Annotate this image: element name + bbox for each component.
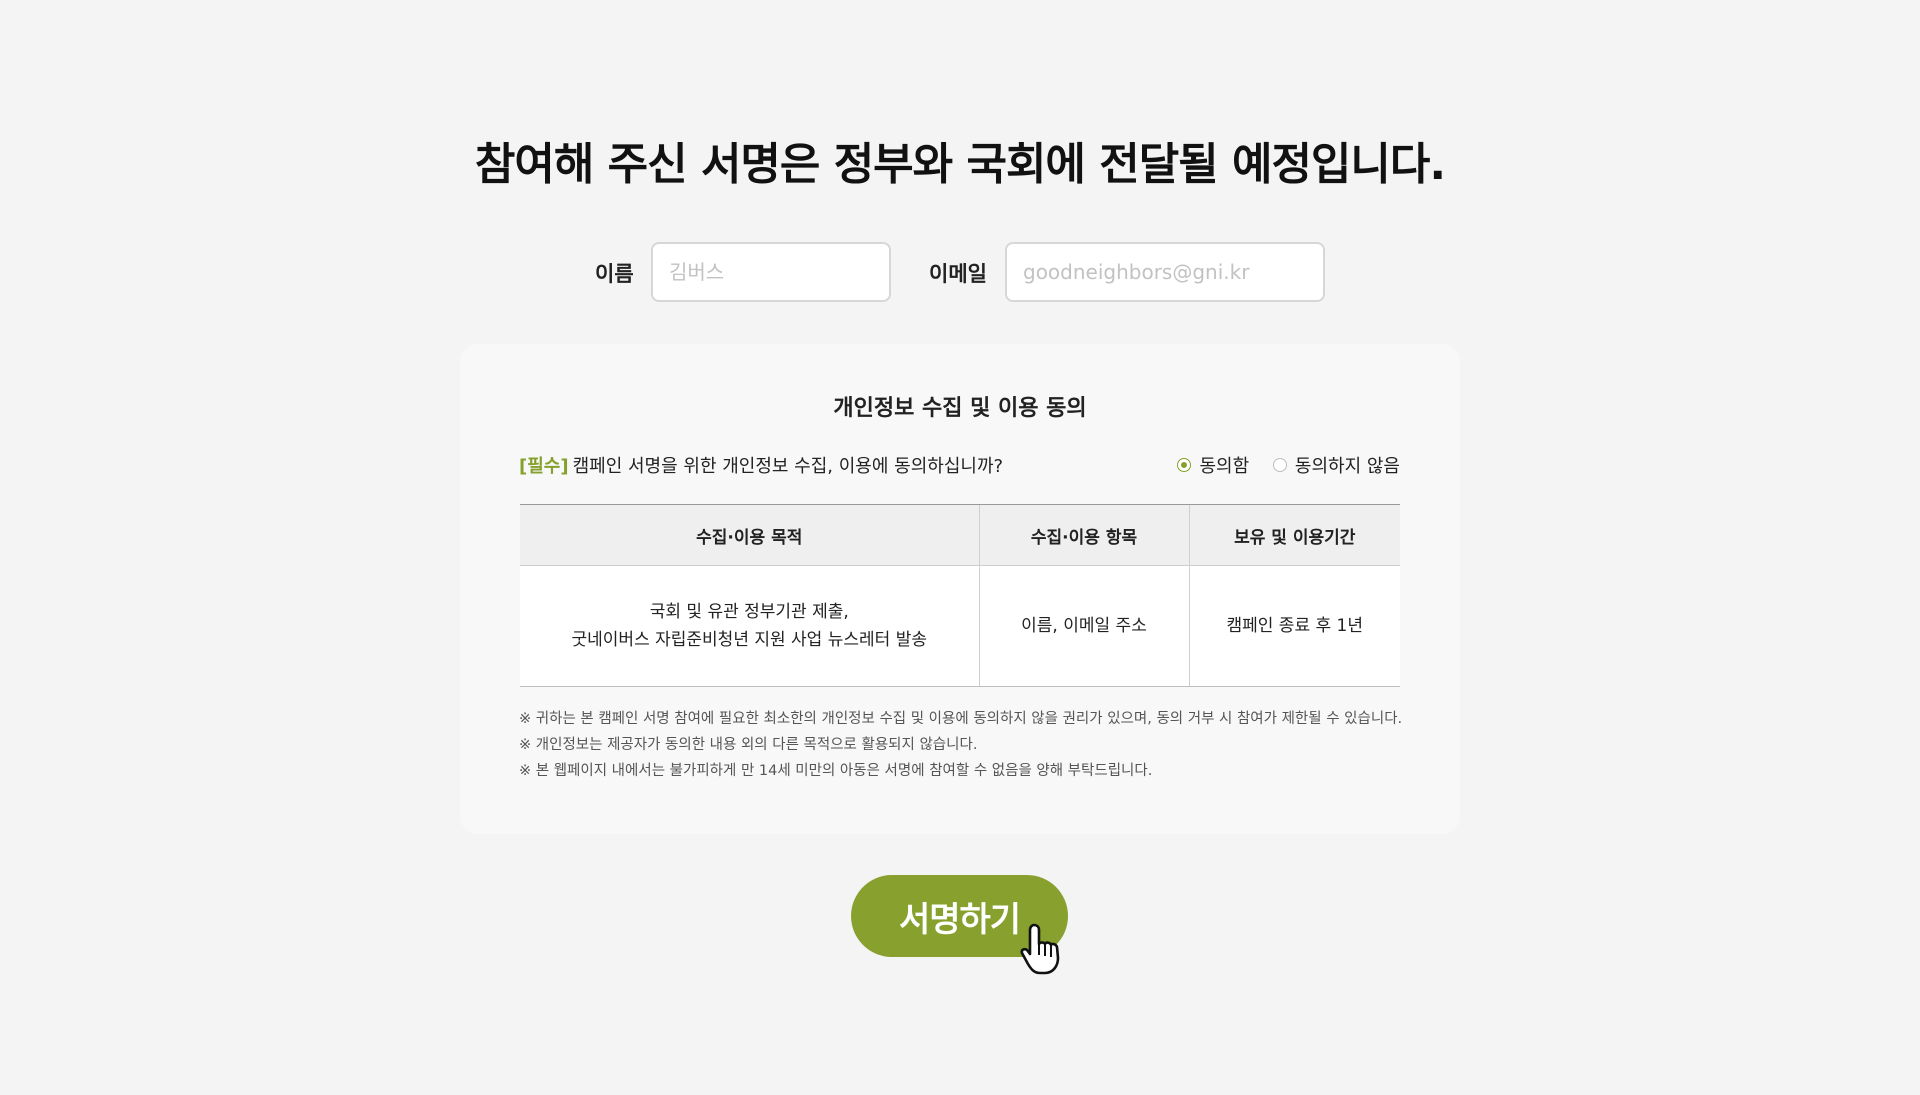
radio-agree[interactable]: 동의함 [1177, 452, 1249, 478]
cell-purpose-line1: 국회 및 유관 정부기관 제출, [649, 602, 849, 622]
signature-page: 참여해 주신 서명은 정부와 국회에 전달될 예정입니다. 이름 이메일 개인정… [0, 0, 1920, 1095]
consent-radio-group: 동의함 동의하지 않음 [1159, 452, 1400, 478]
name-label: 이름 [595, 262, 634, 286]
radio-disagree-dot[interactable] [1272, 458, 1287, 472]
signature-form: 이름 이메일 [0, 242, 1920, 304]
note-line: ※ 귀하는 본 캠페인 서명 참여에 필요한 최소한의 개인정보 수집 및 이용… [519, 711, 1403, 727]
email-label: 이메일 [929, 262, 987, 286]
note-line: ※ 개인정보는 제공자가 동의한 내용 외의 다른 목적으로 활용되지 않습니다… [519, 737, 978, 753]
cell-purpose: 국회 및 유관 정부기관 제출, 굿네이버스 자립준비청년 지원 사업 뉴스레터… [520, 565, 979, 687]
name-input[interactable] [651, 242, 891, 302]
email-input[interactable] [1005, 242, 1325, 302]
header-purpose: 수집·이용 목적 [520, 504, 979, 566]
consent-notes: ※ 귀하는 본 캠페인 서명 참여에 필요한 최소한의 개인정보 수집 및 이용… [519, 706, 1402, 784]
header-items: 수집·이용 항목 [978, 504, 1189, 566]
required-tag: [필수] [519, 456, 569, 477]
consent-question: [필수] 캠페인 서명을 위한 개인정보 수집, 이용에 동의하십니까? [519, 452, 1003, 478]
radio-agree-label: 동의함 [1199, 456, 1250, 477]
header-period: 보유 및 이용기간 [1188, 504, 1400, 566]
page-headline: 참여해 주신 서명은 정부와 국회에 전달될 예정입니다. [474, 139, 1446, 190]
radio-disagree-label: 동의하지 않음 [1294, 456, 1400, 477]
consent-question-text: 캠페인 서명을 위한 개인정보 수집, 이용에 동의하십니까? [572, 456, 1004, 477]
consent-info-table: 수집·이용 목적 수집·이용 항목 보유 및 이용기간 국회 및 유관 정부기관… [520, 504, 1400, 687]
cell-items: 이름, 이메일 주소 [978, 565, 1189, 687]
table-header-row: 수집·이용 목적 수집·이용 항목 보유 및 이용기간 [520, 504, 1400, 566]
radio-agree-dot[interactable] [1177, 458, 1192, 472]
note-line: ※ 본 웹페이지 내에서는 불가피하게 만 14세 미만의 아동은 서명에 참여… [519, 763, 1153, 779]
radio-disagree[interactable]: 동의하지 않음 [1272, 452, 1400, 478]
table-row: 국회 및 유관 정부기관 제출, 굿네이버스 자립준비청년 지원 사업 뉴스레터… [520, 565, 1400, 687]
cell-period: 캠페인 종료 후 1년 [1188, 565, 1400, 687]
consent-box: 개인정보 수집 및 이용 동의 [필수] 캠페인 서명을 위한 개인정보 수집, … [460, 344, 1460, 834]
consent-title: 개인정보 수집 및 이용 동의 [833, 396, 1087, 421]
cell-purpose-line2: 굿네이버스 자립준비청년 지원 사업 뉴스레터 발송 [571, 630, 927, 650]
hand-pointer-icon [1020, 923, 1060, 975]
